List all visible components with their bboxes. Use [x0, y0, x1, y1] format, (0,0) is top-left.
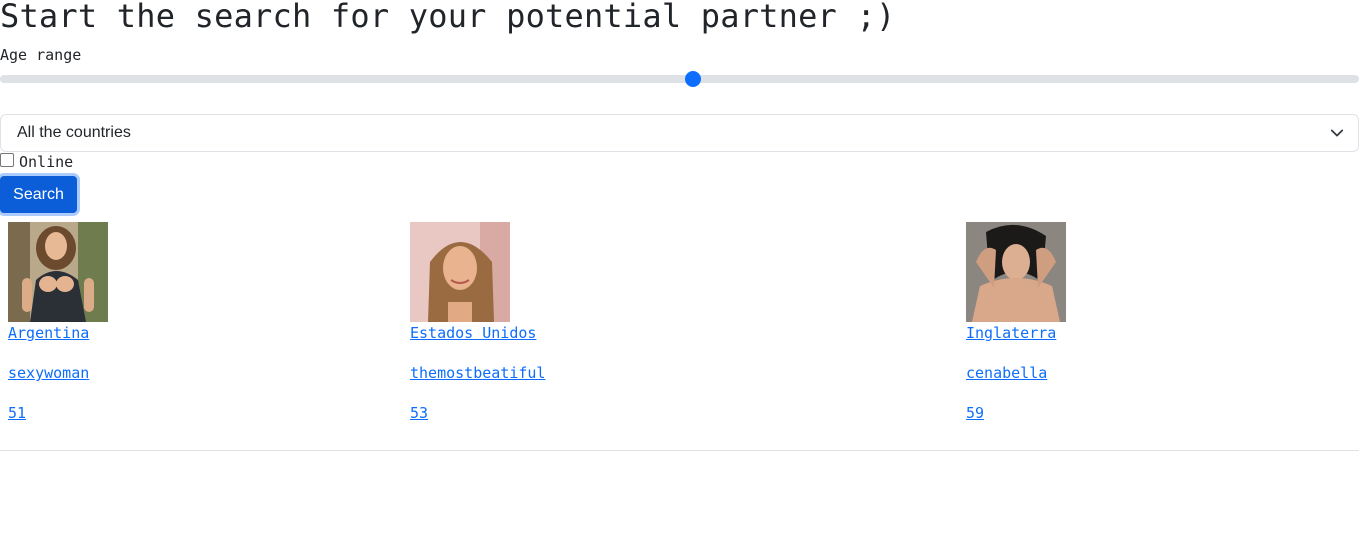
result-country-link[interactable]: Estados Unidos	[410, 322, 545, 344]
result-age-link[interactable]: 53	[410, 402, 545, 424]
country-select[interactable]: All the countries	[0, 114, 1359, 152]
online-label[interactable]: Online	[19, 152, 73, 172]
result-country-link[interactable]: Inglaterra	[966, 322, 1066, 344]
results-divider	[0, 450, 1359, 451]
result-age-link[interactable]: 59	[966, 402, 1066, 424]
profile-photo[interactable]	[8, 222, 108, 322]
profile-photo[interactable]	[410, 222, 510, 322]
online-checkbox[interactable]	[0, 152, 14, 167]
search-button[interactable]: Search	[0, 176, 77, 213]
result-age-link[interactable]: 51	[8, 402, 108, 424]
age-range-slider-track[interactable]	[0, 75, 1359, 83]
result-card: Estados Unidos themostbeatiful 53	[410, 222, 545, 424]
result-country-link[interactable]: Argentina	[8, 322, 108, 344]
profile-photo[interactable]	[966, 222, 1066, 322]
result-username-link[interactable]: cenabella	[966, 362, 1066, 384]
online-filter: Online	[0, 152, 73, 172]
result-username-link[interactable]: sexywoman	[8, 362, 108, 384]
chevron-down-icon	[1330, 129, 1344, 137]
age-range-slider[interactable]	[0, 70, 1359, 88]
result-card: Inglaterra cenabella 59	[966, 222, 1066, 424]
age-range-slider-thumb[interactable]	[685, 71, 702, 87]
result-card: Argentina sexywoman 51	[8, 222, 108, 424]
search-page: Start the search for your potential part…	[0, 0, 1359, 538]
age-range-label: Age range	[0, 46, 82, 64]
result-username-link[interactable]: themostbeatiful	[410, 362, 545, 384]
page-title: Start the search for your potential part…	[0, 0, 896, 35]
country-select-value: All the countries	[17, 124, 131, 141]
